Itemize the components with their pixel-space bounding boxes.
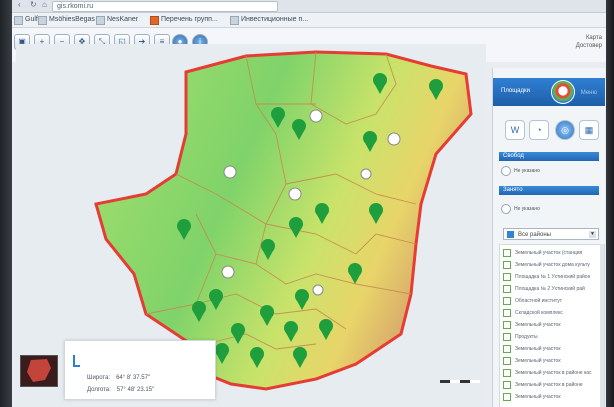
- checkbox[interactable]: [503, 297, 511, 305]
- scale-bar: [440, 380, 480, 383]
- checkbox[interactable]: [503, 285, 511, 293]
- latitude-value: 64° 8' 37.57": [116, 375, 151, 381]
- bookmark-3[interactable]: NesKaner: [96, 15, 138, 25]
- back-icon[interactable]: ‹: [18, 0, 21, 9]
- coordinates-box: Широта: 64° 8' 37.57" Долгота: 57° 48' 2…: [64, 340, 216, 400]
- list-item[interactable]: Продукты: [503, 333, 538, 341]
- section-free[interactable]: Свобод: [499, 152, 599, 161]
- overview-map[interactable]: [20, 355, 58, 387]
- panel-header: Площадки Меню: [493, 78, 605, 106]
- list-item[interactable]: Земельный участок: [503, 345, 561, 353]
- checkbox[interactable]: [503, 369, 511, 377]
- checkbox[interactable]: [503, 345, 511, 353]
- header-right: Карта Достовер: [575, 35, 602, 49]
- location-pin-icon: [73, 355, 80, 367]
- list-item[interactable]: Земельный участок: [503, 393, 561, 401]
- list-item[interactable]: Земельный участок: [503, 357, 561, 365]
- list-item[interactable]: Площадка № 2 Ухтинский рай: [503, 285, 585, 293]
- list-scrollbar[interactable]: [600, 244, 604, 407]
- page-icon: [38, 15, 47, 25]
- page-icon: [150, 15, 159, 25]
- checkbox[interactable]: [503, 273, 511, 281]
- section-busy[interactable]: Занято: [499, 186, 599, 195]
- list-item[interactable]: Земельный участок в районе: [503, 381, 583, 389]
- radio-icon[interactable]: [501, 204, 511, 214]
- chart-icon[interactable]: ◔: [529, 120, 549, 140]
- list-item[interactable]: Площадка № 1 Ухтинский район: [503, 273, 590, 281]
- checkbox[interactable]: [503, 393, 511, 401]
- home-icon[interactable]: ⌂: [42, 0, 47, 9]
- list-item[interactable]: Земельный участок в районе кас: [503, 369, 592, 377]
- page-icon: [14, 15, 23, 25]
- free-filter[interactable]: Не указано: [501, 166, 540, 176]
- sites-panel: Площадки Меню W ◔ ◎ ▦ Свобод Не указано …: [492, 68, 605, 407]
- monitor-bezel-left: [0, 0, 12, 407]
- district-select[interactable]: Все районы ▼: [503, 228, 599, 240]
- list-icon: [507, 231, 514, 238]
- list-item[interactable]: Складской комплекс: [503, 309, 563, 317]
- chevron-down-icon[interactable]: ▼: [589, 231, 596, 238]
- checkbox[interactable]: [503, 333, 511, 341]
- bookmark-2[interactable]: MsöhiesBegas: [38, 15, 95, 25]
- monitor-bezel-right: [606, 0, 614, 407]
- longitude-label: Долгота:: [87, 387, 111, 393]
- busy-filter[interactable]: Не указано: [501, 204, 540, 214]
- checkbox[interactable]: [503, 381, 511, 389]
- checkbox[interactable]: [503, 249, 511, 257]
- checkbox[interactable]: [503, 321, 511, 329]
- filter-icon[interactable]: W: [505, 120, 525, 140]
- address-bar: ‹ ↻ ⌂ gis.rkomi.ru: [12, 0, 606, 13]
- radio-icon[interactable]: [501, 166, 511, 176]
- bookmark-5[interactable]: Инвестиционные п...: [230, 15, 308, 25]
- page-icon: [230, 15, 239, 25]
- globe-icon[interactable]: ◎: [555, 120, 575, 140]
- sites-list: Земельный участок (станция Земельный уча…: [499, 244, 605, 407]
- checkbox[interactable]: [503, 357, 511, 365]
- url-field[interactable]: gis.rkomi.ru: [52, 1, 278, 12]
- komi-region-shape[interactable]: [94, 50, 473, 391]
- browser-window: ‹ ↻ ⌂ gis.rkomi.ru Gulfe MsöhiesBegas Ne…: [12, 0, 606, 407]
- list-item[interactable]: Земельный участок дома культу: [503, 261, 590, 269]
- logo: [551, 80, 575, 104]
- page-icon: [96, 15, 105, 25]
- list-item[interactable]: Областной институт: [503, 297, 562, 305]
- longitude-value: 57° 48' 23.15": [116, 387, 155, 393]
- grid-icon[interactable]: ▦: [579, 120, 599, 140]
- reload-icon[interactable]: ↻: [30, 0, 37, 9]
- panel-menu-link[interactable]: Меню: [581, 90, 597, 96]
- list-item[interactable]: Земельный участок: [503, 321, 561, 329]
- latitude-label: Широта:: [87, 375, 111, 381]
- panel-title: Площадки: [501, 88, 530, 94]
- bookmarks-bar: Gulfe MsöhiesBegas NesKaner Перечень гру…: [12, 13, 606, 28]
- bookmark-4[interactable]: Перечень групп...: [150, 15, 218, 25]
- checkbox[interactable]: [503, 261, 511, 269]
- checkbox[interactable]: [503, 309, 511, 317]
- list-item[interactable]: Земельный участок (станция: [503, 249, 582, 257]
